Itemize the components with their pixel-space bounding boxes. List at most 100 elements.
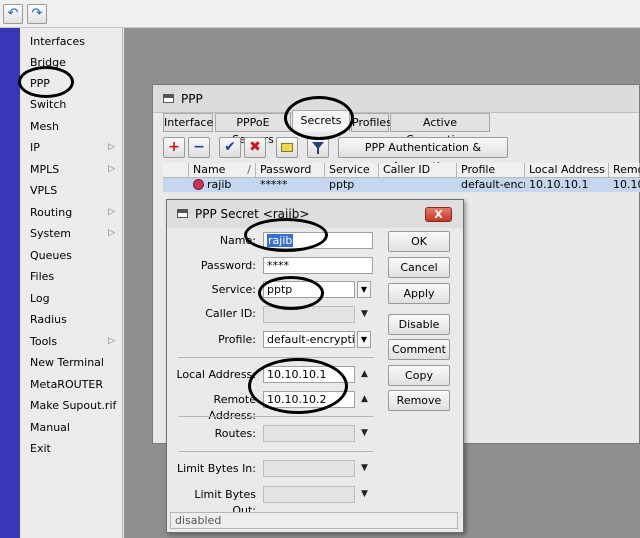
label-limit-bytes-out: Limit Bytes Out:: [194, 488, 256, 517]
submenu-arrow-icon: ▷: [108, 336, 115, 346]
disable-button[interactable]: Disable: [388, 314, 450, 335]
menu-item-routing[interactable]: Routing ▷: [20, 202, 123, 223]
menu-item-label: Log: [30, 292, 50, 305]
menu-item-label: VPLS: [30, 184, 58, 197]
remote-address-input[interactable]: 10.10.10.2: [263, 391, 355, 408]
menu-item-queues[interactable]: Queues: [20, 245, 123, 266]
ppp-window-title: PPP: [181, 92, 203, 106]
column-header-caller-id[interactable]: Caller ID: [379, 163, 457, 178]
service-dropdown-icon[interactable]: ▼: [357, 281, 371, 298]
column-label: Name: [193, 163, 226, 176]
cell-caller-id: [379, 178, 457, 192]
disable-icon[interactable]: ✖: [244, 137, 266, 158]
menu-item-metarouter[interactable]: MetaROUTER: [20, 374, 123, 395]
comment-button[interactable]: Comment: [388, 339, 450, 360]
dialog-title: PPP Secret <rajib>: [195, 207, 310, 221]
menu-item-label: Exit: [30, 442, 51, 455]
menu-item-files[interactable]: Files: [20, 266, 123, 287]
column-header-remote[interactable]: Remote: [609, 163, 640, 178]
undo-icon[interactable]: ↶: [3, 4, 23, 24]
remove-icon[interactable]: −: [188, 137, 210, 158]
tab-profiles[interactable]: Profiles: [351, 113, 392, 132]
redo-icon[interactable]: ↷: [27, 4, 47, 24]
cell-service: pptp: [329, 178, 355, 191]
menu-item-exit[interactable]: Exit: [20, 438, 123, 459]
menu-item-tools[interactable]: Tools ▷: [20, 331, 123, 352]
comment-icon-shape: [281, 143, 293, 152]
profile-dropdown-icon[interactable]: ▼: [357, 331, 371, 348]
column-header-password[interactable]: Password: [256, 163, 325, 178]
password-input[interactable]: ****: [263, 257, 373, 274]
menu-item-label: Radius: [30, 313, 67, 326]
limit-bytes-out-input[interactable]: [263, 486, 355, 503]
cancel-button[interactable]: Cancel: [388, 257, 450, 278]
menu-item-log[interactable]: Log: [20, 288, 123, 309]
dialog-titlebar[interactable]: PPP Secret <rajib> X: [167, 200, 463, 228]
ok-button[interactable]: OK: [388, 231, 450, 252]
tab-active-connections[interactable]: Active Connections: [390, 113, 490, 146]
service-select[interactable]: pptp: [263, 281, 355, 298]
caller-id-input[interactable]: [263, 306, 355, 323]
ppp-window-titlebar[interactable]: PPP: [153, 85, 639, 113]
routes-input[interactable]: [263, 425, 355, 442]
column-header-local-address[interactable]: Local Address: [525, 163, 609, 178]
cell-profile: default-encr...: [461, 178, 525, 191]
divider: [178, 451, 374, 452]
label-limit-bytes-in: Limit Bytes In:: [176, 462, 256, 475]
menu-item-ppp[interactable]: PPP: [20, 73, 123, 94]
cell-remote: 10.10.1: [613, 178, 640, 191]
local-address-input[interactable]: 10.10.10.1: [263, 366, 355, 383]
column-header-service[interactable]: Service: [325, 163, 379, 178]
column-header-name[interactable]: Name /: [189, 163, 256, 178]
menu-item-interfaces[interactable]: Interfaces: [20, 31, 123, 52]
menu-item-ip[interactable]: IP ▷: [20, 137, 123, 158]
table-header-blank: [163, 163, 189, 178]
expand-down-icon[interactable]: ▼: [361, 309, 368, 319]
copy-button[interactable]: Copy: [388, 365, 450, 386]
expand-down-icon[interactable]: ▼: [361, 428, 368, 438]
label-local-address: Local Address:: [176, 368, 256, 381]
add-icon[interactable]: +: [163, 137, 185, 158]
name-input[interactable]: rajib: [263, 232, 373, 249]
tab-secrets[interactable]: Secrets: [292, 110, 350, 132]
submenu-arrow-icon: ▷: [108, 164, 115, 174]
profile-select[interactable]: default-encryption: [263, 331, 355, 348]
tab-pppoe-servers[interactable]: PPPoE Servers: [215, 113, 291, 146]
menu-item-vpls[interactable]: VPLS: [20, 180, 123, 201]
menu-item-label: New Terminal: [30, 356, 104, 369]
menu-item-label: System: [30, 227, 72, 240]
expand-down-icon[interactable]: ▼: [361, 489, 368, 499]
menu-item-make-supout[interactable]: Make Supout.rif: [20, 395, 123, 416]
cell-name: rajib: [207, 178, 232, 191]
tab-interface[interactable]: Interface: [163, 113, 213, 132]
ppp-auth-accounting-button[interactable]: PPP Authentication & Accounting: [338, 137, 508, 173]
winbox-side-strip: [0, 28, 20, 538]
menu-item-mesh[interactable]: Mesh: [20, 116, 123, 137]
window-icon: [177, 209, 188, 218]
collapse-up-icon[interactable]: ▲: [361, 369, 368, 379]
expand-down-icon[interactable]: ▼: [361, 463, 368, 473]
column-label: Caller ID: [383, 163, 431, 176]
collapse-up-icon[interactable]: ▲: [361, 394, 368, 404]
menu-item-switch[interactable]: Switch: [20, 94, 123, 115]
menu-item-mpls[interactable]: MPLS ▷: [20, 159, 123, 180]
top-toolbar: ↶ ↷: [0, 0, 640, 28]
menu-item-radius[interactable]: Radius: [20, 309, 123, 330]
close-button[interactable]: X: [425, 207, 452, 222]
menu-item-label: Switch: [30, 98, 67, 111]
apply-button[interactable]: Apply: [388, 283, 450, 304]
label-remote-address: Remote Address:: [208, 393, 256, 422]
label-routes: Routes:: [214, 427, 256, 440]
limit-bytes-in-input[interactable]: [263, 460, 355, 477]
menu-item-bridge[interactable]: Bridge: [20, 52, 123, 73]
menu-item-manual[interactable]: Manual: [20, 417, 123, 438]
filter-icon[interactable]: [307, 137, 329, 158]
enable-icon[interactable]: ✔: [219, 137, 241, 158]
cell-local-address: 10.10.10.1: [529, 178, 589, 191]
menu-item-system[interactable]: System ▷: [20, 223, 123, 244]
column-header-profile[interactable]: Profile: [457, 163, 525, 178]
menu-item-label: Tools: [30, 335, 58, 348]
remove-button[interactable]: Remove: [388, 390, 450, 411]
menu-item-new-terminal[interactable]: New Terminal: [20, 352, 123, 373]
comment-icon[interactable]: [276, 137, 298, 158]
